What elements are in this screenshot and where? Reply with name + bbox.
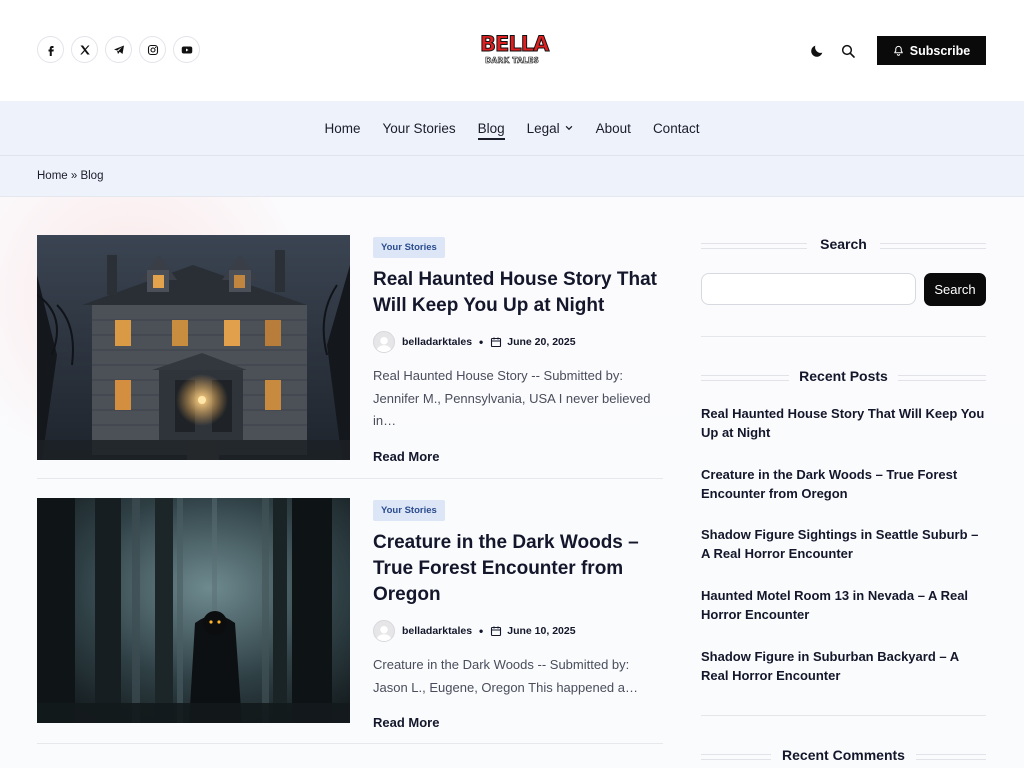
post-body: Your Stories Real Haunted House Story Th…: [373, 235, 663, 465]
recent-comments-title: Recent Comments: [701, 745, 986, 765]
social-links: [37, 36, 200, 63]
dark-woods-image: [37, 498, 350, 723]
category-badge[interactable]: Your Stories: [373, 500, 445, 521]
post-title[interactable]: Creature in the Dark Woods – True Forest…: [373, 530, 663, 608]
moon-icon: [811, 45, 823, 57]
post-body: Your Stories Creature in the Dark Woods …: [373, 498, 663, 731]
nav-label: Legal: [526, 120, 560, 136]
nav-label: Home: [324, 120, 361, 136]
divider: [701, 336, 986, 337]
user-icon: [376, 626, 392, 641]
post-card: Your Stories Real Haunted House Story Th…: [37, 235, 663, 479]
post-date[interactable]: June 10, 2025: [507, 625, 575, 637]
recent-post-link[interactable]: Haunted Motel Room 13 in Nevada – A Real…: [701, 586, 986, 624]
post-excerpt: Real Haunted House Story -- Submitted by…: [373, 368, 651, 428]
post-author[interactable]: belladarktales: [402, 336, 472, 348]
breadcrumb-bar: Home » Blog: [0, 156, 1024, 197]
user-icon: [376, 337, 392, 352]
subscribe-label: Subscribe: [909, 43, 971, 58]
recent-post-link[interactable]: Creature in the Dark Woods – True Forest…: [701, 465, 986, 503]
divider: [701, 715, 986, 716]
post-card-partial: [37, 762, 663, 768]
post-meta: belladarktales • June 10, 2025: [373, 620, 663, 642]
youtube-icon[interactable]: [173, 36, 200, 63]
nav-item-blog[interactable]: Blog: [477, 114, 505, 142]
search-widget-title: Search: [701, 234, 986, 254]
nav-label: About: [595, 120, 631, 136]
header-actions: Subscribe: [807, 36, 986, 65]
haunted-house-image: [37, 235, 350, 460]
nav-item-your-stories[interactable]: Your Stories: [383, 114, 456, 142]
post-title[interactable]: Real Haunted House Story That Will Keep …: [373, 267, 663, 319]
subscribe-button[interactable]: Subscribe: [877, 36, 986, 65]
bell-icon: [894, 45, 903, 56]
nav-item-home[interactable]: Home: [325, 114, 361, 142]
meta-separator: •: [479, 335, 484, 349]
search-input[interactable]: [701, 273, 916, 305]
telegram-icon[interactable]: [105, 36, 132, 63]
search-icon: [841, 44, 855, 58]
x-twitter-icon[interactable]: [71, 36, 98, 63]
dark-mode-toggle[interactable]: [807, 37, 827, 65]
post-excerpt: Creature in the Dark Woods -- Submitted …: [373, 657, 639, 695]
header-search-button[interactable]: [838, 37, 858, 65]
main-content: Your Stories Real Haunted House Story Th…: [0, 197, 1024, 768]
logo-title: BELLA: [480, 32, 550, 57]
recent-post-link[interactable]: Real Haunted House Story That Will Keep …: [701, 404, 986, 442]
nav-label: Blog: [477, 120, 505, 136]
recent-post-link[interactable]: Shadow Figure Sightings in Seattle Subur…: [701, 525, 986, 563]
nav-item-about[interactable]: About: [596, 114, 631, 142]
nav-label: Your Stories: [382, 120, 456, 136]
nav-label: Contact: [652, 120, 700, 136]
nav-item-contact[interactable]: Contact: [653, 114, 700, 142]
nav-item-legal[interactable]: Legal: [527, 114, 574, 142]
avatar[interactable]: [373, 620, 395, 642]
post-thumbnail-haunted-house[interactable]: [37, 235, 350, 460]
post-body: [373, 762, 663, 768]
logo-subtitle: DARK TALES: [485, 56, 539, 66]
search-button[interactable]: Search: [924, 273, 986, 306]
calendar-icon: [490, 336, 507, 348]
instagram-icon[interactable]: [139, 36, 166, 63]
facebook-icon[interactable]: [37, 36, 64, 63]
site-logo[interactable]: BELLA DARK TALES: [480, 32, 550, 70]
post-date[interactable]: June 20, 2025: [507, 336, 575, 348]
recent-post-link[interactable]: Shadow Figure in Suburban Backyard – A R…: [701, 647, 986, 685]
site-header: BELLA DARK TALES Subscribe: [0, 0, 1024, 101]
post-author[interactable]: belladarktales: [402, 625, 472, 637]
post-card: Your Stories Creature in the Dark Woods …: [37, 498, 663, 744]
avatar[interactable]: [373, 331, 395, 353]
recent-posts-title: Recent Posts: [701, 366, 986, 386]
post-thumbnail-dark-woods[interactable]: [37, 498, 350, 723]
read-more-link[interactable]: Read More: [373, 449, 439, 464]
calendar-icon: [490, 625, 507, 637]
category-badge[interactable]: Your Stories: [373, 237, 445, 258]
main-navigation: Home Your Stories Blog Legal About Conta…: [0, 101, 1024, 156]
meta-separator: •: [479, 624, 484, 638]
breadcrumb[interactable]: Home » Blog: [37, 170, 103, 182]
post-meta: belladarktales • June 20, 2025: [373, 331, 663, 353]
read-more-link[interactable]: Read More: [373, 715, 439, 730]
chevron-down-icon: [565, 125, 573, 131]
